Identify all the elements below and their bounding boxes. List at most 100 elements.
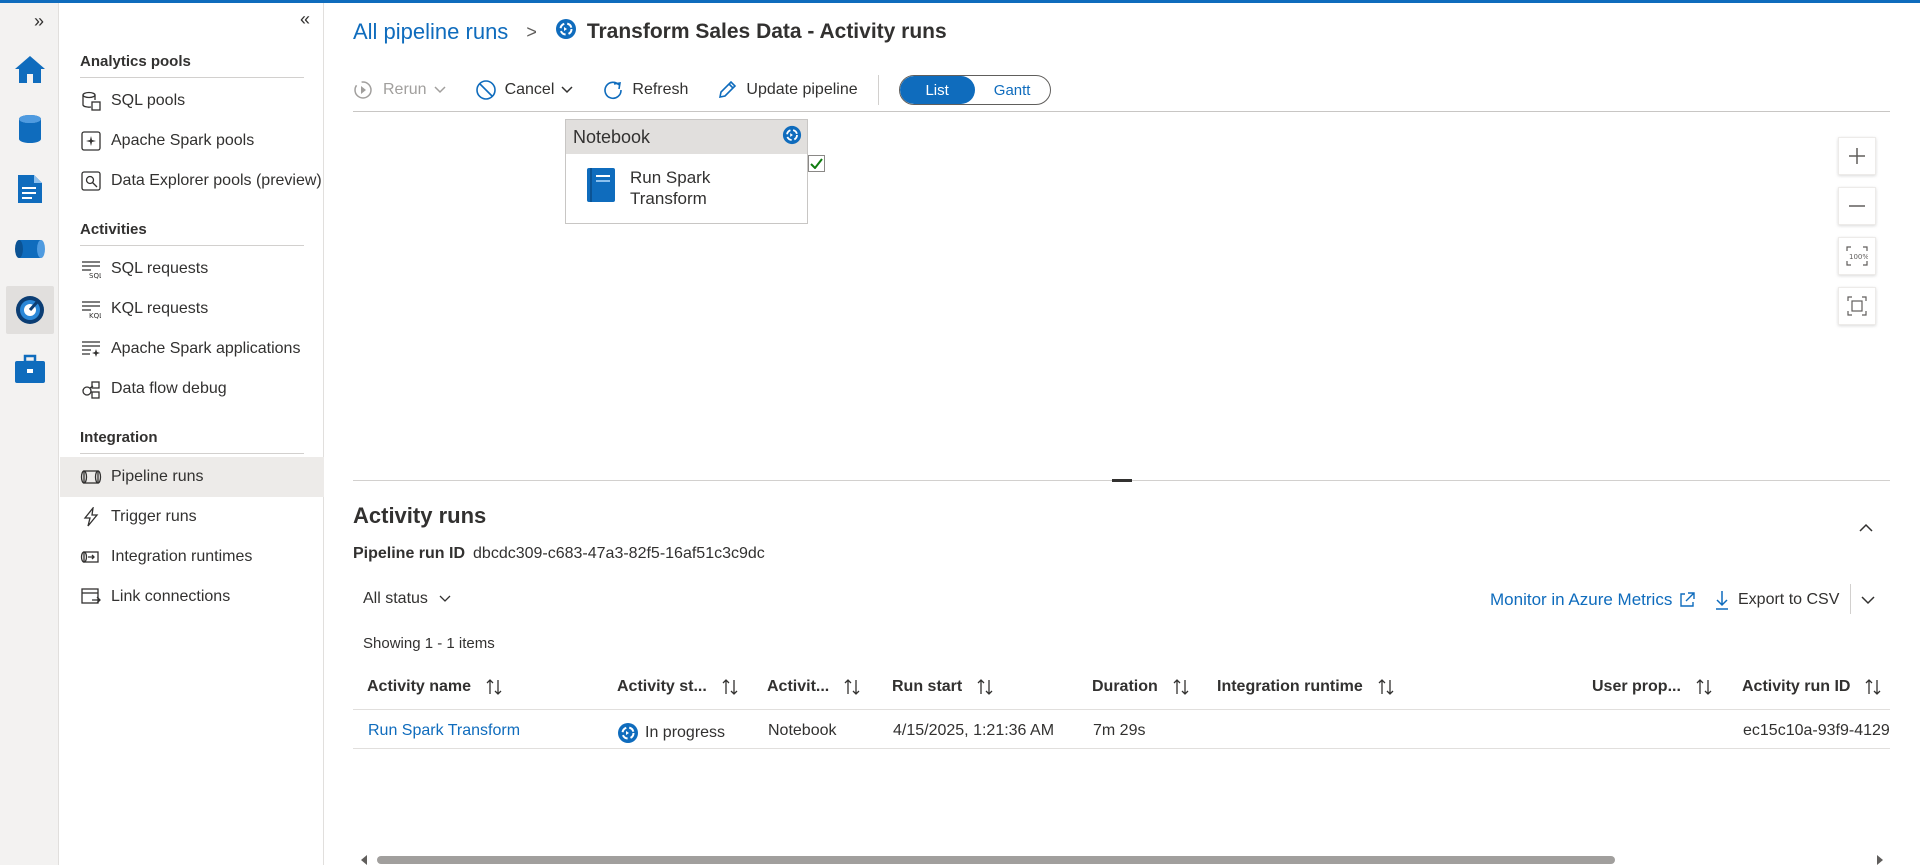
column-header-activity-run-id[interactable]: Activity run ID xyxy=(1742,678,1882,696)
update-pipeline-button[interactable]: Update pipeline xyxy=(716,79,858,101)
zoom-100-icon: 100% xyxy=(1846,246,1868,266)
nav-item-label: KQL requests xyxy=(111,300,209,317)
in-progress-icon xyxy=(555,18,577,46)
activity-node[interactable]: Notebook Run Spark Transform xyxy=(565,119,808,224)
breadcrumb-separator: > xyxy=(526,21,537,42)
pipeline-run-id-label: Pipeline run ID xyxy=(353,545,466,562)
column-header-activity-type[interactable]: Activit... xyxy=(767,678,861,696)
column-header-duration[interactable]: Duration xyxy=(1092,678,1190,696)
manage-icon[interactable] xyxy=(12,351,48,387)
monitor-sub-navigation: « Analytics pools SQL pools Apache Spark… xyxy=(60,3,324,865)
view-gantt-button[interactable]: Gantt xyxy=(975,76,1050,104)
trigger-icon xyxy=(80,507,102,527)
kql-requests-icon: KQL xyxy=(80,299,102,319)
develop-icon[interactable] xyxy=(12,171,48,207)
monitor-icon[interactable] xyxy=(6,286,54,334)
nav-item-pipeline-runs[interactable]: Pipeline runs xyxy=(60,457,324,497)
zoom-100-button[interactable]: 100% xyxy=(1838,237,1876,275)
nav-item-sql-pools[interactable]: SQL pools xyxy=(60,81,324,121)
sql-pool-icon xyxy=(80,91,102,111)
sql-requests-icon: SQL xyxy=(80,259,102,279)
column-label: Activit... xyxy=(767,678,830,695)
column-header-integration-runtime[interactable]: Integration runtime xyxy=(1217,678,1395,696)
svg-text:100%: 100% xyxy=(1849,253,1868,261)
status-filter-value: All status xyxy=(363,590,428,607)
nav-item-kql-requests[interactable]: KQL KQL requests xyxy=(60,289,324,329)
data-flow-debug-icon xyxy=(80,379,102,399)
cell-activity-name[interactable]: Run Spark Transform xyxy=(368,722,520,740)
svg-text:SQL: SQL xyxy=(89,272,101,279)
export-more-button[interactable] xyxy=(1860,592,1876,610)
nav-item-trigger-runs[interactable]: Trigger runs xyxy=(60,497,324,537)
nav-item-label: Integration runtimes xyxy=(111,548,253,565)
breadcrumb-all-pipeline-runs[interactable]: All pipeline runs xyxy=(353,19,508,45)
activity-node-checkbox[interactable] xyxy=(808,155,825,172)
nav-item-data-explorer-pools[interactable]: Data Explorer pools (preview) xyxy=(60,161,324,201)
table-header-divider xyxy=(353,709,1890,710)
sort-icon xyxy=(1378,679,1394,695)
zoom-in-button[interactable] xyxy=(1838,137,1876,175)
nav-item-link-connections[interactable]: Link connections xyxy=(60,577,324,617)
nav-item-label: Apache Spark pools xyxy=(111,132,255,149)
nav-item-spark-applications[interactable]: Apache Spark applications xyxy=(60,329,324,369)
nav-item-apache-spark-pools[interactable]: Apache Spark pools xyxy=(60,121,324,161)
collapse-nav-icon[interactable]: « xyxy=(300,9,310,30)
checkmark-icon xyxy=(810,158,823,169)
collapse-panel-button[interactable] xyxy=(1858,520,1874,538)
cell-activity-run-id: ec15c10a-93f9-4129 xyxy=(1743,722,1890,739)
in-progress-icon xyxy=(618,723,638,743)
column-header-activity-name[interactable]: Activity name xyxy=(367,678,503,696)
zoom-out-button[interactable] xyxy=(1838,187,1876,225)
nav-item-label: Data Explorer pools (preview) xyxy=(111,172,322,189)
integrate-icon[interactable] xyxy=(12,231,48,267)
nav-item-label: Trigger runs xyxy=(111,508,197,525)
toolbar-divider-line xyxy=(353,111,1890,112)
nav-item-label: Apache Spark applications xyxy=(111,340,301,357)
cell-activity-type: Notebook xyxy=(768,722,837,739)
nav-item-sql-requests[interactable]: SQL SQL requests xyxy=(60,249,324,289)
refresh-button[interactable]: Refresh xyxy=(602,79,688,101)
monitor-azure-metrics-link[interactable]: Monitor in Azure Metrics xyxy=(1490,590,1696,610)
view-list-button[interactable]: List xyxy=(899,76,975,104)
sort-icon xyxy=(486,679,502,695)
cancel-label: Cancel xyxy=(504,81,555,98)
nav-item-label: SQL requests xyxy=(111,260,209,277)
export-csv-button[interactable]: Export to CSV xyxy=(1714,589,1839,611)
pipeline-run-id-value: dbcdc309-c683-47a3-82f5-16af51c3c9dc xyxy=(473,545,765,562)
column-label: Activity name xyxy=(367,678,472,695)
scroll-left-arrow[interactable] xyxy=(361,855,367,865)
monitor-azure-metrics-label: Monitor in Azure Metrics xyxy=(1490,590,1673,609)
rerun-button[interactable]: Rerun xyxy=(353,80,447,100)
cell-duration: 7m 29s xyxy=(1093,722,1146,739)
column-header-run-start[interactable]: Run start xyxy=(892,678,994,696)
status-filter-dropdown[interactable]: All status xyxy=(363,590,452,608)
fit-to-screen-button[interactable] xyxy=(1838,287,1876,325)
nav-item-integration-runtimes[interactable]: Integration runtimes xyxy=(60,537,324,577)
cell-run-start: 4/15/2025, 1:21:36 AM xyxy=(893,722,1055,739)
column-label: Run start xyxy=(892,678,963,695)
activity-node-type: Notebook xyxy=(573,126,651,147)
activity-node-body: Run Spark Transform xyxy=(566,154,807,209)
page-title: Transform Sales Data - Activity runs xyxy=(586,20,947,43)
horizontal-scrollbar-thumb[interactable] xyxy=(377,856,1615,864)
download-icon xyxy=(1716,591,1728,610)
cancel-button[interactable]: Cancel xyxy=(475,79,575,101)
svg-text:KQL: KQL xyxy=(89,312,101,319)
view-toggle: List Gantt xyxy=(898,75,1051,105)
splitter-handle[interactable] xyxy=(1112,479,1132,482)
data-icon[interactable] xyxy=(12,111,48,147)
column-header-user-properties[interactable]: User prop... xyxy=(1592,678,1713,696)
expand-rail-icon[interactable]: » xyxy=(34,11,44,32)
showing-count: Showing 1 - 1 items xyxy=(363,635,495,652)
sort-icon xyxy=(844,679,860,695)
spark-pool-icon xyxy=(80,131,102,151)
column-header-activity-status[interactable]: Activity st... xyxy=(617,678,739,696)
nav-item-data-flow-debug[interactable]: Data flow debug xyxy=(60,369,324,409)
scroll-right-arrow[interactable] xyxy=(1877,855,1883,865)
home-icon[interactable] xyxy=(12,51,48,87)
sort-icon xyxy=(722,679,738,695)
left-icon-rail: » xyxy=(0,3,59,865)
breadcrumb: All pipeline runs > Transform Sales Data… xyxy=(353,18,947,46)
cancel-icon xyxy=(475,80,496,100)
link-connection-icon xyxy=(80,587,102,607)
